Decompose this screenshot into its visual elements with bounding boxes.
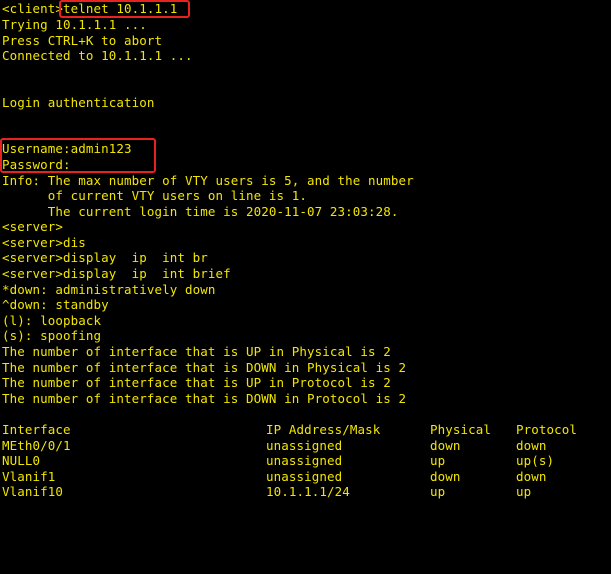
legend-standby: ^down: standby (2, 297, 109, 312)
ip-address: unassigned (266, 453, 343, 468)
summary-up-physical: The number of interface that is UP in Ph… (2, 344, 391, 359)
server-display-br-command: <server>display ip int br (2, 250, 208, 265)
info-line-2: of current VTY users on line is 1. (2, 188, 308, 203)
summary-up-protocol: The number of interface that is UP in Pr… (2, 375, 391, 390)
physical-status: down (430, 469, 461, 484)
header-physical: Physical (430, 422, 492, 437)
interface-name: Vlanif10 (2, 484, 64, 499)
legend-admin-down: *down: administratively down (2, 282, 216, 297)
protocol-status: up(s) (516, 453, 555, 468)
connected-line: Connected to 10.1.1.1 ... (2, 48, 193, 63)
legend-spoofing: (s): spoofing (2, 328, 102, 343)
client-prompt: <client> (2, 1, 64, 16)
ip-address: 10.1.1.1/24 (266, 484, 350, 499)
table-row: NULL0 unassigned up up(s) (2, 453, 607, 468)
protocol-status: up (516, 484, 532, 499)
login-banner: Login authentication (2, 95, 155, 110)
summary-down-protocol: The number of interface that is DOWN in … (2, 391, 407, 406)
physical-status: up (430, 484, 446, 499)
physical-status: down (430, 438, 461, 453)
ip-address: unassigned (266, 469, 343, 484)
interface-table-header: Interface IP Address/Mask Physical Proto… (2, 422, 607, 437)
terminal-window[interactable]: <client>telnet 10.1.1.1 Trying 10.1.1.1 … (0, 0, 611, 500)
legend-loopback: (l): loopback (2, 313, 102, 328)
table-row: Vlanif1 unassigned down down (2, 469, 607, 484)
header-interface: Interface (2, 422, 71, 437)
interface-name: MEth0/0/1 (2, 438, 71, 453)
header-ip-address: IP Address/Mask (266, 422, 381, 437)
info-line-3: The current login time is 2020-11-07 23:… (2, 204, 399, 219)
server-prompt: <server> (2, 219, 64, 234)
table-row: Vlanif10 10.1.1.1/24 up up (2, 484, 607, 499)
header-protocol: Protocol (516, 422, 578, 437)
ip-address: unassigned (266, 438, 343, 453)
server-display-brief-command: <server>display ip int brief (2, 266, 231, 281)
telnet-command-highlight (59, 0, 190, 18)
protocol-status: down (516, 469, 547, 484)
table-row: MEth0/0/1 unassigned down down (2, 438, 607, 453)
trying-line: Trying 10.1.1.1 ... (2, 17, 147, 32)
interface-name: Vlanif1 (2, 469, 56, 484)
credentials-highlight (0, 138, 156, 173)
info-line-1: Info: The max number of VTY users is 5, … (2, 173, 414, 188)
interface-name: NULL0 (2, 453, 41, 468)
protocol-status: down (516, 438, 547, 453)
server-dis-command: <server>dis (2, 235, 86, 250)
escape-hint-line: Press CTRL+K to abort (2, 33, 163, 48)
summary-down-physical: The number of interface that is DOWN in … (2, 360, 407, 375)
physical-status: up (430, 453, 446, 468)
